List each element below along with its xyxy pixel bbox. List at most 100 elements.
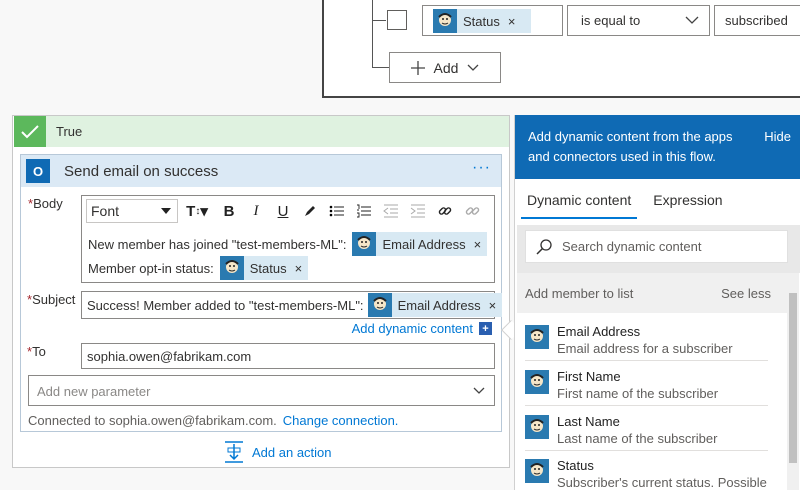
subject-label: *Subject — [27, 292, 76, 307]
status-token[interactable]: Status × — [433, 9, 531, 33]
operator-label: is equal to — [581, 13, 641, 28]
increase-indent-icon[interactable] — [405, 199, 431, 223]
plus-icon — [410, 60, 425, 75]
mailchimp-icon — [525, 459, 549, 483]
condition-tree-branch — [372, 20, 386, 21]
rich-text-toolbar: Font T ↕ ▾ B I U — [82, 196, 494, 226]
item-description: Last name of the subscriber — [557, 431, 718, 446]
condition-value-text: subscribed — [725, 13, 788, 28]
list-item[interactable]: First Name First name of the subscriber — [525, 361, 768, 406]
add-new-parameter-select[interactable]: Add new parameter — [28, 375, 495, 406]
branch-label: True — [56, 124, 83, 139]
mailchimp-icon — [525, 370, 549, 394]
connected-text: Connected to sophia.owen@fabrikam.com. — [28, 413, 277, 428]
search-icon — [536, 238, 552, 255]
search-placeholder: Search dynamic content — [562, 239, 702, 254]
add-action-icon — [225, 441, 243, 463]
item-name: Email Address — [557, 324, 641, 339]
subject-input[interactable]: Success! Member added to "test-members-M… — [81, 291, 503, 319]
bullet-list-icon[interactable] — [324, 199, 350, 223]
underline-icon[interactable]: U — [270, 199, 296, 223]
item-description: First name of the subscriber — [557, 386, 719, 401]
decrease-indent-icon[interactable] — [378, 199, 404, 223]
body-line: Member opt-in status: Status × — [88, 256, 490, 280]
scrollbar-thumb[interactable] — [789, 293, 797, 463]
panel-header-text: Add dynamic content from the apps and co… — [528, 129, 733, 164]
send-email-action-card: O Send email on success ··· *Body Font T… — [20, 154, 503, 432]
mailchimp-icon — [525, 415, 549, 439]
mailchimp-icon — [367, 293, 392, 317]
dynamic-content-list: Add member to list See less Email Addres… — [517, 273, 787, 490]
body-text: New member has joined "test-members-ML": — [88, 236, 347, 252]
change-connection-link[interactable]: Change connection. — [283, 413, 399, 428]
remove-token-icon[interactable]: × — [508, 14, 516, 29]
action-title: Send email on success — [64, 162, 219, 180]
mailchimp-icon — [219, 256, 244, 280]
unlink-icon[interactable] — [459, 199, 485, 223]
search-input[interactable]: Search dynamic content — [525, 230, 788, 263]
status-token[interactable]: Status × — [219, 256, 309, 280]
condition-tree-branch — [372, 67, 390, 68]
body-label: *Body — [28, 196, 63, 211]
panel-header: Add dynamic content from the apps and co… — [515, 115, 800, 179]
body-editor[interactable]: Font T ↕ ▾ B I U New member has joined "… — [81, 195, 495, 283]
to-label: *To — [27, 344, 46, 359]
token-label: Email Address — [397, 297, 481, 313]
font-size-icon[interactable]: T ↕ ▾ — [179, 199, 215, 223]
checkmark-icon — [14, 116, 46, 147]
mailchimp-icon — [433, 9, 457, 33]
bold-icon[interactable]: B — [216, 199, 242, 223]
link-icon[interactable] — [432, 199, 458, 223]
condition-row-checkbox[interactable] — [387, 10, 407, 30]
italic-icon[interactable]: I — [243, 199, 269, 223]
email-address-token[interactable]: Email Address × — [367, 293, 503, 317]
to-input[interactable]: sophia.owen@fabrikam.com — [81, 343, 495, 369]
add-dynamic-content-link[interactable]: Add dynamic content + — [352, 321, 492, 336]
remove-token-icon[interactable]: × — [295, 261, 303, 276]
hide-panel-button[interactable]: Hide — [764, 127, 791, 147]
section-title: Add member to list — [525, 286, 634, 301]
list-item[interactable]: Last Name Last name of the subscriber — [525, 406, 768, 451]
condition-field-input[interactable]: Status × — [422, 5, 563, 36]
numbered-list-icon[interactable] — [351, 199, 377, 223]
add-an-action-button[interactable]: Add an action — [224, 441, 332, 463]
remove-token-icon[interactable]: × — [489, 298, 497, 313]
condition-tree-line — [372, 0, 373, 67]
see-less-link[interactable]: See less — [721, 286, 771, 301]
dynamic-content-panel: Add dynamic content from the apps and co… — [514, 115, 800, 490]
condition-operator-select[interactable]: is equal to — [567, 5, 710, 36]
more-options-icon[interactable]: ··· — [472, 159, 491, 177]
highlight-icon[interactable] — [297, 199, 323, 223]
remove-token-icon[interactable]: × — [474, 237, 482, 252]
section-header: Add member to list See less — [517, 273, 787, 313]
action-header[interactable]: O Send email on success ··· — [21, 155, 501, 187]
body-text: Member opt-in status: — [88, 260, 214, 276]
outlook-icon: O — [26, 159, 50, 183]
to-value: sophia.owen@fabrikam.com — [87, 349, 252, 364]
tab-expression[interactable]: Expression — [647, 192, 728, 219]
panel-tabs: Dynamic content Expression — [515, 179, 800, 219]
dropdown-triangle-icon — [161, 208, 171, 214]
search-area: Search dynamic content — [517, 225, 800, 273]
plus-icon: + — [479, 322, 492, 335]
connection-info: Connected to sophia.owen@fabrikam.com. Ch… — [28, 413, 398, 428]
true-branch-header[interactable]: True — [14, 116, 509, 147]
add-dynamic-label: Add dynamic content — [351, 321, 473, 336]
mailchimp-icon — [525, 325, 549, 349]
font-select[interactable]: Font — [86, 199, 178, 223]
add-condition-button[interactable]: Add — [389, 52, 501, 83]
param-placeholder: Add new parameter — [37, 384, 151, 399]
email-address-token[interactable]: Email Address × — [352, 232, 488, 256]
chevron-down-icon — [467, 64, 479, 71]
tab-dynamic-content[interactable]: Dynamic content — [521, 192, 638, 219]
list-item[interactable]: Email Address Email address for a subscr… — [525, 316, 768, 361]
list-item[interactable]: Status Subscriber's current status. Poss… — [525, 450, 768, 490]
item-description: Subscriber's current status. Possible... — [557, 475, 768, 490]
scrollbar[interactable] — [787, 273, 799, 490]
item-name: Status — [557, 458, 594, 473]
add-label: Add — [433, 59, 459, 76]
subject-text: Success! Member added to "test-members-M… — [87, 297, 364, 313]
mailchimp-icon — [352, 232, 377, 256]
token-label: Status — [463, 13, 500, 29]
condition-value-input[interactable]: subscribed — [714, 5, 800, 36]
